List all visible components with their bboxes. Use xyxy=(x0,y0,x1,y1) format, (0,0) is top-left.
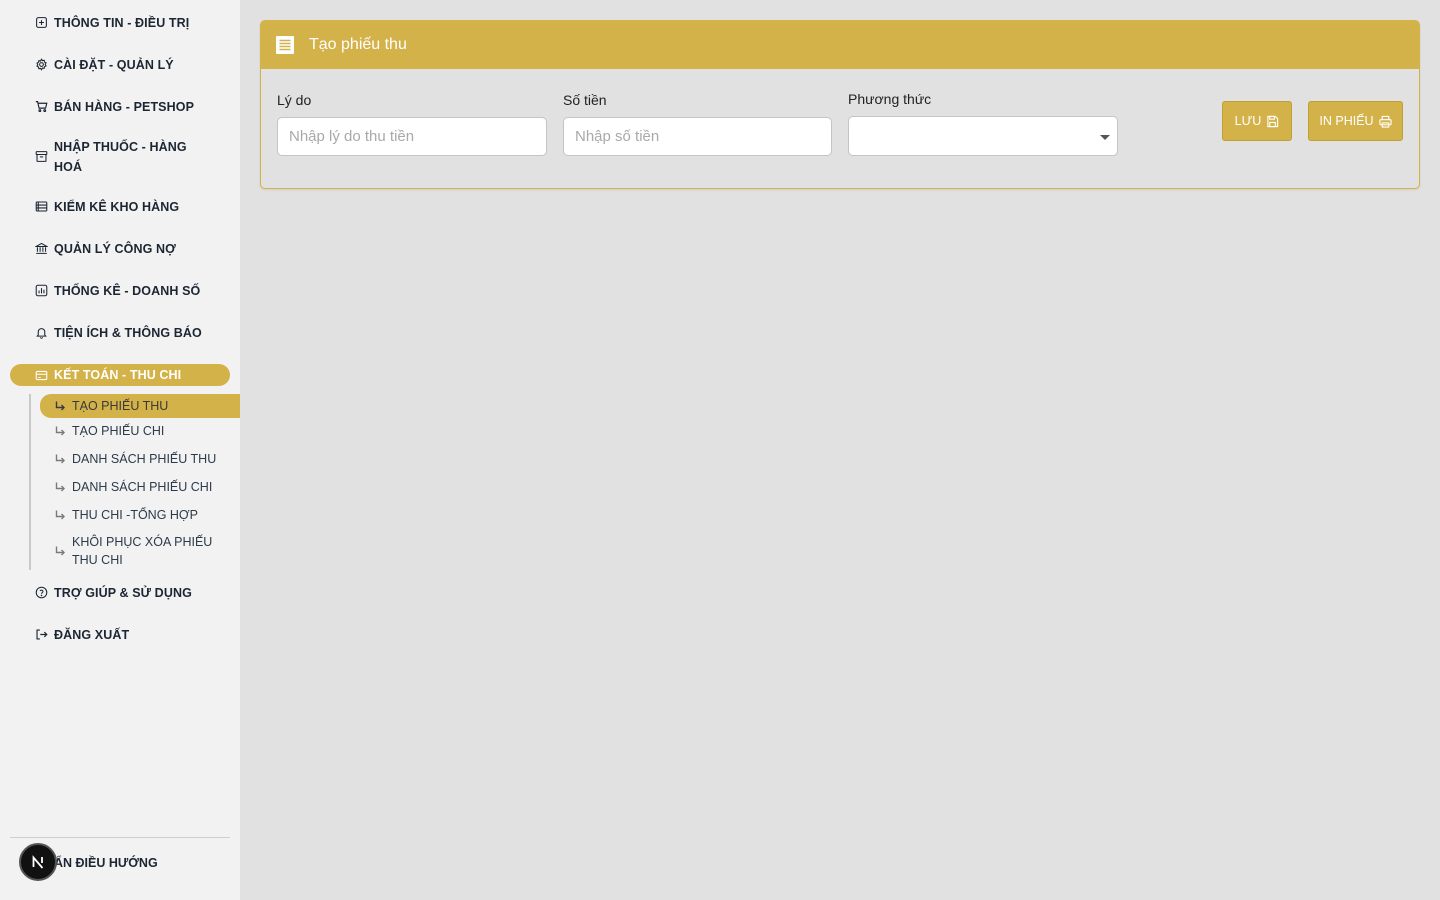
list-icon xyxy=(34,199,48,213)
arrow-turn-right-icon xyxy=(54,425,66,437)
sidebar-item-label: TIỆN ÍCH & THÔNG BÁO xyxy=(54,326,202,340)
sidebar-item-help[interactable]: TRỢ GIÚP & SỬ DỤNG xyxy=(10,583,230,603)
bell-icon xyxy=(34,325,48,339)
page-title: Tạo phiếu thu xyxy=(309,36,407,53)
submenu-item-payment-list[interactable]: DANH SÁCH PHIẾU CHI xyxy=(40,478,240,496)
bank-icon xyxy=(34,241,48,255)
print-button[interactable]: IN PHIẾU xyxy=(1308,101,1403,141)
sidebar-item-accounting[interactable]: KẾT TOÁN - THU CHI xyxy=(10,364,230,386)
submenu-item-receipt-list[interactable]: DANH SÁCH PHIẾU THU xyxy=(40,450,240,468)
gear-icon xyxy=(34,57,48,71)
submenu-item-label: DANH SÁCH PHIẾU CHI xyxy=(72,480,213,494)
sidebar-item-label: BÁN HÀNG - PETSHOP xyxy=(54,100,195,114)
sidebar-item-label: THÔNG TIN - ĐIỀU TRỊ xyxy=(54,16,190,30)
caret-down-icon xyxy=(1100,135,1110,140)
document-icon xyxy=(275,35,295,55)
floppy-disk-icon xyxy=(1266,115,1279,128)
sidebar-item-logout[interactable]: ĐĂNG XUẤT xyxy=(10,625,230,645)
hide-navigation-button[interactable]: ẨN ĐIỀU HƯỚNG xyxy=(54,856,158,870)
sidebar-item-treatment-info[interactable]: THÔNG TIN - ĐIỀU TRỊ xyxy=(10,13,230,33)
sidebar-item-label: CÀI ĐẶT - QUẢN LÝ xyxy=(54,58,174,72)
save-button[interactable]: LƯU xyxy=(1222,101,1292,141)
sidebar-item-label: ĐĂNG XUẤT xyxy=(54,628,130,642)
create-receipt-card: Tạo phiếu thu Lý do Số tiền Phương thức … xyxy=(260,20,1420,189)
medical-cross-icon xyxy=(34,15,48,29)
submenu-item-restore[interactable]: KHÔI PHỤC XÓA PHIẾU THU CHI xyxy=(40,533,240,569)
save-button-label: LƯU xyxy=(1234,114,1262,128)
submenu-item-label: DANH SÁCH PHIẾU THU xyxy=(72,452,217,466)
arrow-turn-right-icon xyxy=(54,481,66,493)
sidebar-item-sales[interactable]: BÁN HÀNG - PETSHOP xyxy=(10,97,230,117)
nextjs-logo-icon[interactable] xyxy=(19,843,57,881)
credit-card-icon xyxy=(34,368,48,382)
arrow-turn-right-icon xyxy=(54,453,66,465)
sidebar-item-label: QUẢN LÝ CÔNG NỢ xyxy=(54,242,176,256)
sidebar-item-import[interactable]: NHẬP THUỐC - HÀNG HOÁ xyxy=(10,137,210,177)
sidebar-item-inventory[interactable]: KIỂM KÊ KHO HÀNG xyxy=(10,197,230,217)
arrow-turn-right-icon xyxy=(54,400,66,412)
submenu-item-label: KHÔI PHỤC XÓA PHIẾU THU CHI xyxy=(72,535,213,567)
bar-chart-icon xyxy=(34,283,48,297)
archive-icon xyxy=(34,149,48,163)
cart-icon xyxy=(34,99,48,113)
submenu-guide-line xyxy=(29,394,31,570)
reason-label: Lý do xyxy=(277,92,312,108)
submenu-item-label: TẠO PHIẾU CHI xyxy=(72,424,165,438)
submenu-item-label: TẠO PHIẾU THU xyxy=(72,399,169,413)
reason-input[interactable] xyxy=(277,117,547,156)
submenu-item-create-payment[interactable]: TẠO PHIẾU CHI xyxy=(40,422,240,440)
sidebar-divider xyxy=(10,837,230,838)
sidebar-item-label: THỐNG KÊ - DOANH SỐ xyxy=(54,284,201,298)
sidebar-item-settings[interactable]: CÀI ĐẶT - QUẢN LÝ xyxy=(10,55,230,75)
sidebar-item-label: NHẬP THUỐC - HÀNG HOÁ xyxy=(54,140,187,174)
logout-icon xyxy=(34,627,48,641)
sidebar-item-label: TRỢ GIÚP & SỬ DỤNG xyxy=(54,586,192,600)
card-header: Tạo phiếu thu xyxy=(261,21,1419,69)
arrow-turn-right-icon xyxy=(54,545,66,557)
sidebar-item-debt[interactable]: QUẢN LÝ CÔNG NỢ xyxy=(10,239,230,259)
sidebar-item-label: KIỂM KÊ KHO HÀNG xyxy=(54,200,180,214)
amount-label: Số tiền xyxy=(563,92,607,108)
submenu-item-label: THU CHI -TỔNG HỢP xyxy=(72,508,198,522)
amount-input[interactable] xyxy=(563,117,832,156)
printer-icon xyxy=(1378,115,1392,128)
submenu-item-create-receipt[interactable]: TẠO PHIẾU THU xyxy=(40,394,240,418)
help-icon xyxy=(34,585,48,599)
method-label: Phương thức xyxy=(848,91,932,107)
sidebar-item-statistics[interactable]: THỐNG KÊ - DOANH SỐ xyxy=(10,281,230,301)
submenu-item-summary[interactable]: THU CHI -TỔNG HỢP xyxy=(40,506,240,524)
sidebar: THÔNG TIN - ĐIỀU TRỊ CÀI ĐẶT - QUẢN LÝ B… xyxy=(0,0,240,900)
print-button-label: IN PHIẾU xyxy=(1319,114,1374,128)
arrow-turn-right-icon xyxy=(54,509,66,521)
sidebar-item-label: KẾT TOÁN - THU CHI xyxy=(54,368,182,382)
method-select[interactable] xyxy=(848,116,1118,156)
sidebar-item-notifications[interactable]: TIỆN ÍCH & THÔNG BÁO xyxy=(10,323,230,343)
